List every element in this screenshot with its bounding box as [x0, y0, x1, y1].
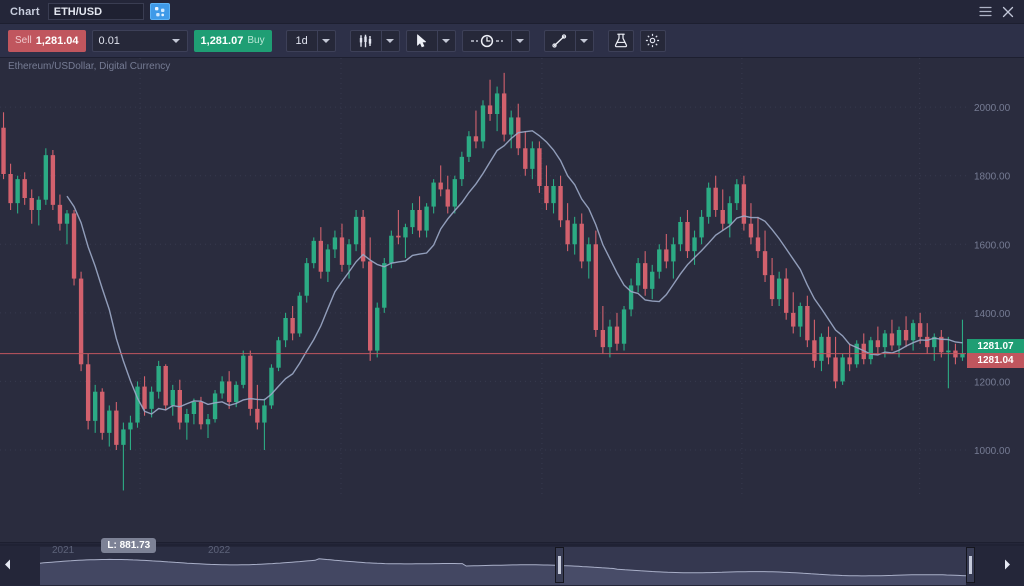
nav-right-handle[interactable] [966, 547, 975, 583]
buy-label: Buy [247, 35, 265, 46]
symbol-input[interactable] [47, 3, 144, 20]
svg-text:1000.00: 1000.00 [974, 446, 1011, 457]
settings-button[interactable] [639, 29, 666, 52]
close-icon[interactable] [1002, 6, 1014, 18]
chart-window: Chart Sell [0, 0, 1024, 586]
cursor-dropdown-arrow[interactable] [436, 30, 455, 51]
cursor-button[interactable] [407, 31, 437, 51]
svg-text:1800.00: 1800.00 [974, 172, 1011, 183]
sell-label: Sell [15, 35, 32, 46]
chevron-down-icon [442, 38, 451, 43]
buy-price: 1,281.07 [200, 34, 244, 47]
navigator-year-label: 2022 [208, 545, 231, 556]
hamburger-menu-icon[interactable] [979, 6, 992, 17]
price-plot: 2000.00 1800.00 1600.00 1400.00 1200.00 1000.… [0, 58, 1011, 498]
time-marker-button[interactable] [463, 31, 511, 51]
ask-price-badge: 1281.07 [967, 338, 1024, 354]
indicators-button[interactable] [607, 29, 634, 52]
title-bar: Chart [0, 0, 1024, 24]
quantity-select[interactable]: 0.01 [91, 29, 188, 52]
nav-left-handle[interactable] [555, 547, 564, 583]
chart-area[interactable]: Ethereum/USDollar, Digital Currency 2000… [0, 58, 1024, 586]
timeframe-button[interactable]: 1d [287, 31, 317, 51]
cursor-group [405, 29, 456, 52]
buy-button[interactable]: 1,281.07 Buy [193, 29, 272, 52]
chevron-down-icon [516, 38, 525, 43]
time-marker-dropdown-arrow[interactable] [510, 30, 529, 51]
trendline-dropdown-arrow[interactable] [574, 30, 593, 51]
chart-type-button[interactable] [351, 31, 381, 51]
nav-right-arrow-icon[interactable] [1002, 557, 1012, 571]
chart-type-dropdown-arrow[interactable] [380, 30, 399, 51]
nav-left-arrow-icon[interactable] [2, 557, 12, 571]
chevron-down-icon [171, 38, 180, 43]
timeframe-dropdown-arrow[interactable] [316, 30, 335, 51]
symbol-picker-icon[interactable] [149, 3, 170, 20]
svg-text:1400.00: 1400.00 [974, 309, 1011, 320]
svg-text:1600.00: 1600.00 [974, 240, 1011, 251]
trendline-group [543, 29, 594, 52]
svg-text:1200.00: 1200.00 [974, 377, 1011, 388]
sell-price: 1,281.04 [35, 34, 79, 47]
chart-type-group [349, 29, 400, 52]
time-marker-group [461, 29, 530, 52]
bid-price-badge: 1281.04 [967, 352, 1024, 368]
quantity-value: 0.01 [98, 34, 120, 47]
chevron-down-icon [386, 38, 395, 43]
svg-text:2000.00: 2000.00 [974, 103, 1011, 114]
trendline-button[interactable] [545, 31, 575, 51]
chevron-down-icon [322, 38, 331, 43]
navigator-year-label: 2021 [52, 545, 75, 556]
window-title: Chart [10, 5, 40, 18]
timeframe-group: 1d [285, 29, 336, 52]
sell-button[interactable]: Sell 1,281.04 [8, 29, 86, 52]
period-low-label: L: 881.73 [101, 538, 157, 554]
trading-toolbar: Sell 1,281.04 0.01 1,281.07 Buy 1d [0, 24, 1024, 58]
chevron-down-icon [580, 38, 589, 43]
